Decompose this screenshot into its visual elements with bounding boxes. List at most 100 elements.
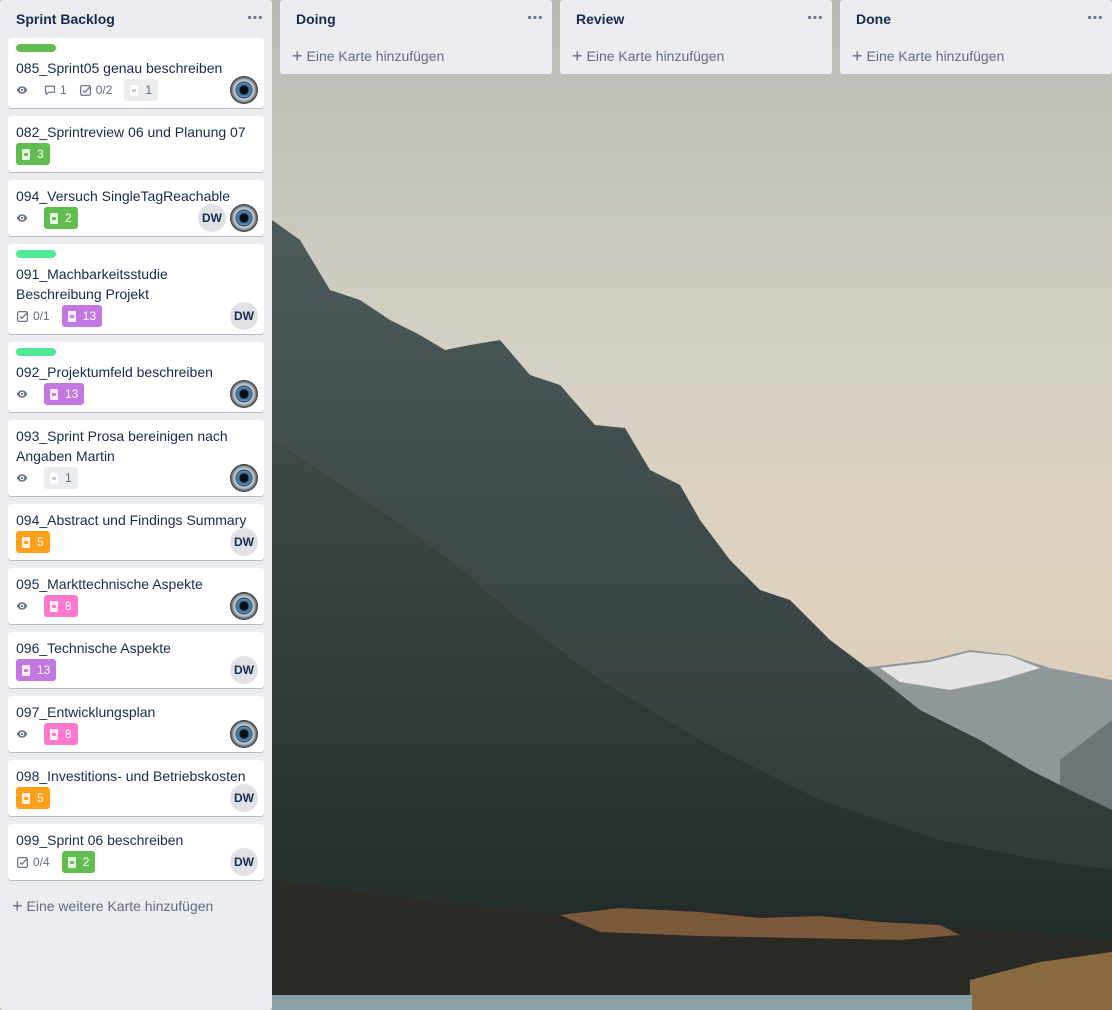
list-title[interactable]: Review <box>576 11 624 27</box>
watch-icon <box>16 383 32 405</box>
card-badges: 0/1 13 <box>16 304 256 332</box>
card-title: 093_Sprint Prosa bereinigen nach Angaben… <box>16 428 228 464</box>
story-points-badge: 5 <box>16 531 50 553</box>
card-badges: 3 <box>16 142 256 170</box>
story-points-value: 1 <box>145 83 153 97</box>
story-points-value: 13 <box>82 309 97 323</box>
add-card-button[interactable]: + Eine Karte hinzufügen <box>280 38 552 74</box>
story-points-badge: 5 <box>16 787 50 809</box>
card[interactable]: 097_Entwicklungsplan 8 <box>8 696 264 752</box>
story-points-badge: 13 <box>61 305 103 327</box>
story-points-icon <box>22 536 30 548</box>
list-menu-icon[interactable]: ⋯ <box>1087 11 1104 27</box>
story-points-badge: 2 <box>44 207 78 229</box>
add-card-button[interactable]: + Eine Karte hinzufügen <box>560 38 832 74</box>
card[interactable]: 099_Sprint 06 beschreiben 0/4 2 DW <box>8 824 264 880</box>
avatar[interactable] <box>230 592 258 620</box>
watch-icon <box>16 79 32 101</box>
list-header: Doing ⋯ <box>280 0 552 38</box>
list-title[interactable]: Sprint Backlog <box>16 11 115 27</box>
plus-icon: + <box>292 46 303 66</box>
list-header: Sprint Backlog ⋯ <box>0 0 272 38</box>
story-points-badge: 8 <box>44 723 78 745</box>
comment-icon <box>44 84 60 96</box>
avatar[interactable] <box>230 720 258 748</box>
avatar-initials[interactable]: DW <box>230 848 258 876</box>
list-header: Review ⋯ <box>560 0 832 38</box>
plus-icon: + <box>12 896 23 916</box>
avatar-initials[interactable]: DW <box>198 204 226 232</box>
card-members <box>226 464 258 492</box>
card-badges: 0/4 2 <box>16 850 256 878</box>
story-points-icon <box>50 212 58 224</box>
story-points-icon <box>22 664 30 676</box>
card[interactable]: 098_Investitions- und Betriebskosten 5 DW <box>8 760 264 816</box>
card[interactable]: 082_Sprintreview 06 und Planung 07 3 <box>8 116 264 172</box>
card-title: 085_Sprint05 genau beschreiben <box>16 60 223 76</box>
avatar-initials[interactable]: DW <box>230 784 258 812</box>
card-title: 095_Markttechnische Aspekte <box>16 576 203 592</box>
story-points-icon <box>50 388 58 400</box>
card[interactable]: 091_Machbarkeitsstudie Beschreibung Proj… <box>8 244 264 334</box>
card-label[interactable] <box>16 250 56 258</box>
story-points-value: 3 <box>37 147 44 161</box>
list-title[interactable]: Doing <box>296 11 336 27</box>
card-label[interactable] <box>16 44 56 52</box>
checklist-badge: 0/2 <box>79 79 113 101</box>
card[interactable]: 085_Sprint05 genau beschreiben 1 0/2 1 <box>8 38 264 108</box>
list-sprint-backlog: Sprint Backlog ⋯ 085_Sprint05 genau besc… <box>0 0 272 1010</box>
checklist-icon <box>79 84 96 97</box>
checklist-count: 0/1 <box>33 309 50 323</box>
card-title: 094_Versuch SingleTagReachable <box>16 188 231 204</box>
avatar[interactable] <box>230 464 258 492</box>
avatar-initials[interactable]: DW <box>230 656 258 684</box>
add-another-card-button[interactable]: + Eine weitere Karte hinzufügen <box>0 888 272 924</box>
card-members: DW <box>226 656 258 684</box>
story-points-icon <box>50 600 58 612</box>
list-title[interactable]: Done <box>856 11 891 27</box>
list-menu-icon[interactable]: ⋯ <box>247 11 264 27</box>
card-members: DW <box>226 784 258 812</box>
comments-count: 1 <box>60 83 67 97</box>
add-card-label: Eine Karte hinzufügen <box>306 48 445 64</box>
watch-icon <box>16 723 32 745</box>
card[interactable]: 092_Projektumfeld beschreiben 13 <box>8 342 264 412</box>
card-badges: 8 <box>16 722 256 750</box>
card-members <box>226 76 258 104</box>
story-points-icon <box>22 792 30 804</box>
avatar[interactable] <box>230 204 258 232</box>
card-title: 092_Projektumfeld beschreiben <box>16 364 213 380</box>
story-points-value: 2 <box>82 855 90 869</box>
story-points-value: 5 <box>37 535 44 549</box>
card[interactable]: 094_Abstract und Findings Summary 5 DW <box>8 504 264 560</box>
avatar-initials[interactable]: DW <box>230 528 258 556</box>
avatar-initials[interactable]: DW <box>230 302 258 330</box>
checklist-icon <box>16 856 33 869</box>
checklist-count: 0/2 <box>95 83 113 97</box>
avatar[interactable] <box>230 380 258 408</box>
card-members <box>226 592 258 620</box>
story-points-badge: 2 <box>61 851 96 873</box>
card-title: 094_Abstract und Findings Summary <box>16 512 247 528</box>
story-points-value: 8 <box>65 727 72 741</box>
story-points-icon <box>22 148 30 160</box>
card-badges: 1 <box>16 466 256 494</box>
list-menu-icon[interactable]: ⋯ <box>807 11 824 27</box>
list-review: Review ⋯ + Eine Karte hinzufügen <box>560 0 832 74</box>
add-card-label: Eine weitere Karte hinzufügen <box>26 898 214 914</box>
card-members: DW <box>194 204 258 232</box>
avatar[interactable] <box>230 76 258 104</box>
card[interactable]: 093_Sprint Prosa bereinigen nach Angaben… <box>8 420 264 496</box>
story-points-icon <box>50 728 58 740</box>
card[interactable]: 096_Technische Aspekte 13 DW <box>8 632 264 688</box>
story-points-badge: 1 <box>44 467 78 489</box>
add-card-button[interactable]: + Eine Karte hinzufügen <box>840 38 1112 74</box>
card[interactable]: 094_Versuch SingleTagReachable 2 DW <box>8 180 264 236</box>
list-menu-icon[interactable]: ⋯ <box>527 11 544 27</box>
card[interactable]: 095_Markttechnische Aspekte 8 <box>8 568 264 624</box>
card-members <box>226 380 258 408</box>
story-points-value: 13 <box>37 663 51 677</box>
comments-badge: 1 <box>44 79 67 101</box>
watch-icon <box>16 595 32 617</box>
card-label[interactable] <box>16 348 56 356</box>
